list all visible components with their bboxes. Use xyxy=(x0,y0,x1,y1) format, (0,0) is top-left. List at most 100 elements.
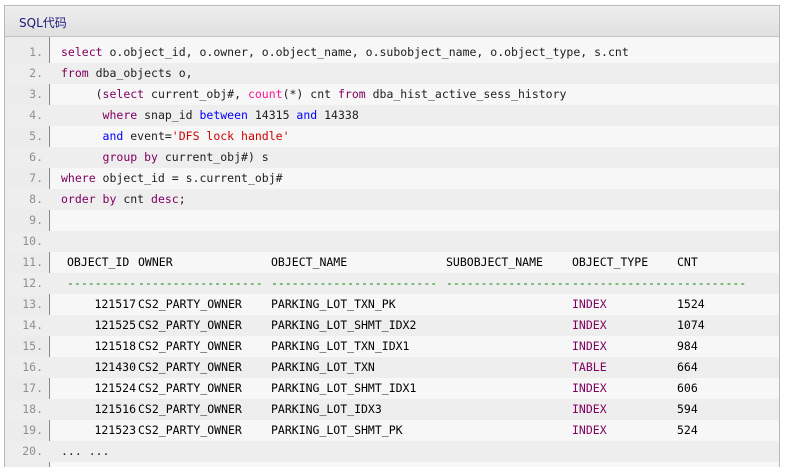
line-number: 7. xyxy=(29,171,43,185)
keyword-token: group by xyxy=(102,150,158,164)
keyword-token: 'DFS lock handle' xyxy=(171,129,290,143)
code-token: current_obj#) s xyxy=(157,150,269,164)
code-line: 11. OBJECT_ID OWNER OBJECT_NAME SUBOBJECT_NA… xyxy=(5,252,779,273)
code-line: 13. 121517 CS2_PARTY_OWNER PARKING_LOT_TXN_… xyxy=(5,294,779,315)
result-cell: 664 xyxy=(677,360,698,374)
code-line: 4. where snap_id between 14315 and 14338 xyxy=(5,105,779,126)
code-token: current_obj#, xyxy=(144,87,248,101)
keyword-token: desc xyxy=(151,192,179,206)
result-cell: CS2_PARTY_OWNER xyxy=(138,339,242,353)
result-cell: PARKING_LOT_TXN xyxy=(271,360,375,374)
keyword-token: from xyxy=(337,87,366,101)
line-number: 3. xyxy=(29,87,43,101)
result-cell: PARKING_LOT_IDX3 xyxy=(271,402,382,416)
code-line: 6. group by current_obj#) s xyxy=(5,147,779,168)
result-cell: TABLE xyxy=(572,360,607,374)
code-token: (*) cnt xyxy=(282,87,338,101)
result-cell: CS2_PARTY_OWNER xyxy=(138,360,242,374)
code-line: 16. 121430 CS2_PARTY_OWNER PARKING_LOT_TXN T… xyxy=(5,357,779,378)
result-cell: 121430 xyxy=(94,360,136,374)
code-token: event= xyxy=(123,129,172,143)
code-text: group by current_obj#) s xyxy=(61,147,269,168)
result-cell: 984 xyxy=(677,339,698,353)
line-number: 6. xyxy=(29,150,43,164)
result-cell: INDEX xyxy=(572,402,607,416)
result-header-0: OBJECT_ID xyxy=(67,255,130,269)
keyword-token: count xyxy=(247,87,283,101)
result-ellipsis: ... ... xyxy=(61,444,110,458)
result-cell: INDEX xyxy=(572,339,607,353)
code-text: order by cnt desc; xyxy=(61,189,186,210)
code-token: object_id = s.current_obj# xyxy=(95,171,283,185)
result-cell: PARKING_LOT_SHMT_PK xyxy=(271,423,403,437)
keyword-token: where xyxy=(102,108,138,122)
result-header-3: SUBOBJECT_NAME xyxy=(446,255,543,269)
keyword-token: from xyxy=(61,66,89,80)
keyword-token: between xyxy=(199,108,248,122)
result-header-1: OWNER xyxy=(138,255,173,269)
code-block: SQL代码 1. select o.object_id, o.owner, o.o… xyxy=(4,5,780,467)
line-number: 11. xyxy=(22,255,43,269)
code-token: dba_hist_active_sess_history xyxy=(365,87,567,101)
code-token: o.object_id, o.owner, o.object_name, o.s… xyxy=(102,45,629,59)
keyword-token: where xyxy=(61,171,96,185)
result-separator-1: ------------------ xyxy=(138,276,263,290)
result-header-5: CNT xyxy=(677,255,698,269)
result-cell: 121516 xyxy=(94,402,136,416)
code-line: 9. xyxy=(5,210,779,231)
result-header-4: OBJECT_TYPE xyxy=(572,255,649,269)
code-line: 19. 121523 CS2_PARTY_OWNER PARKING_LOT_SHMT… xyxy=(5,420,779,441)
code-line: 18. 121516 CS2_PARTY_OWNER PARKING_LOT_IDX3… xyxy=(5,399,779,420)
keyword-token: and xyxy=(296,108,318,122)
keyword-token: select xyxy=(102,87,145,101)
result-separator-2: ------------------------ xyxy=(271,276,438,290)
result-cell: 121518 xyxy=(94,339,136,353)
line-number: 10. xyxy=(22,234,43,248)
code-line: 7. where object_id = s.current_obj# xyxy=(5,168,779,189)
code-line: 14. 121525 CS2_PARTY_OWNER PARKING_LOT_SHMT… xyxy=(5,315,779,336)
result-cell: CS2_PARTY_OWNER xyxy=(138,318,242,332)
line-number: 2. xyxy=(29,66,43,80)
code-area[interactable]: 1. select o.object_id, o.owner, o.object_… xyxy=(5,37,779,467)
code-token: 14315 xyxy=(247,108,297,122)
result-cell: 121517 xyxy=(94,297,136,311)
result-cell: 121523 xyxy=(94,423,136,437)
code-block-header: SQL代码 xyxy=(5,6,779,37)
code-line: 5. and event='DFS lock handle' xyxy=(5,126,779,147)
code-line: 17. 121524 CS2_PARTY_OWNER PARKING_LOT_SHMT… xyxy=(5,378,779,399)
result-cell: CS2_PARTY_OWNER xyxy=(138,402,242,416)
result-separator-5: ---------- xyxy=(677,276,747,290)
result-cell: INDEX xyxy=(572,423,607,437)
result-cell: PARKING_LOT_SHMT_IDX1 xyxy=(271,381,417,395)
code-line: 15. 121518 CS2_PARTY_OWNER PARKING_LOT_TXN_… xyxy=(5,336,779,357)
code-token: 14338 xyxy=(317,108,359,122)
line-number: 8. xyxy=(29,192,43,206)
code-token: dba_objects o, xyxy=(88,66,193,80)
line-number: 5. xyxy=(29,129,43,143)
code-text: and event='DFS lock handle' xyxy=(61,126,290,147)
result-cell: INDEX xyxy=(572,381,607,395)
code-line: 10. xyxy=(5,231,779,252)
result-cell: CS2_PARTY_OWNER xyxy=(138,423,242,437)
line-number: 19. xyxy=(22,423,43,437)
code-block-title: SQL代码 xyxy=(19,16,67,30)
line-number: 17. xyxy=(22,381,43,395)
result-cell: 1524 xyxy=(677,297,705,311)
line-number: 4. xyxy=(29,108,43,122)
line-number: 15. xyxy=(22,339,43,353)
line-number: 13. xyxy=(22,297,43,311)
line-number: 20. xyxy=(22,444,43,458)
code-line: 12. ---------- ------------------ ---------… xyxy=(5,273,779,294)
keyword-token: order by xyxy=(61,192,117,206)
code-token: ; xyxy=(178,192,186,206)
result-cell: 121524 xyxy=(94,381,136,395)
result-separator-4: --------------- xyxy=(572,276,676,290)
result-cell: 524 xyxy=(677,423,698,437)
code-line: 3. (select current_obj#, count(*) cnt fr… xyxy=(5,84,779,105)
result-separator-0: ---------- xyxy=(67,276,137,290)
line-number: 18. xyxy=(22,402,43,416)
code-text: where snap_id between 14315 and 14338 xyxy=(61,105,359,126)
line-number: 14. xyxy=(22,318,43,332)
code-line: 8. order by cnt desc; xyxy=(5,189,779,210)
